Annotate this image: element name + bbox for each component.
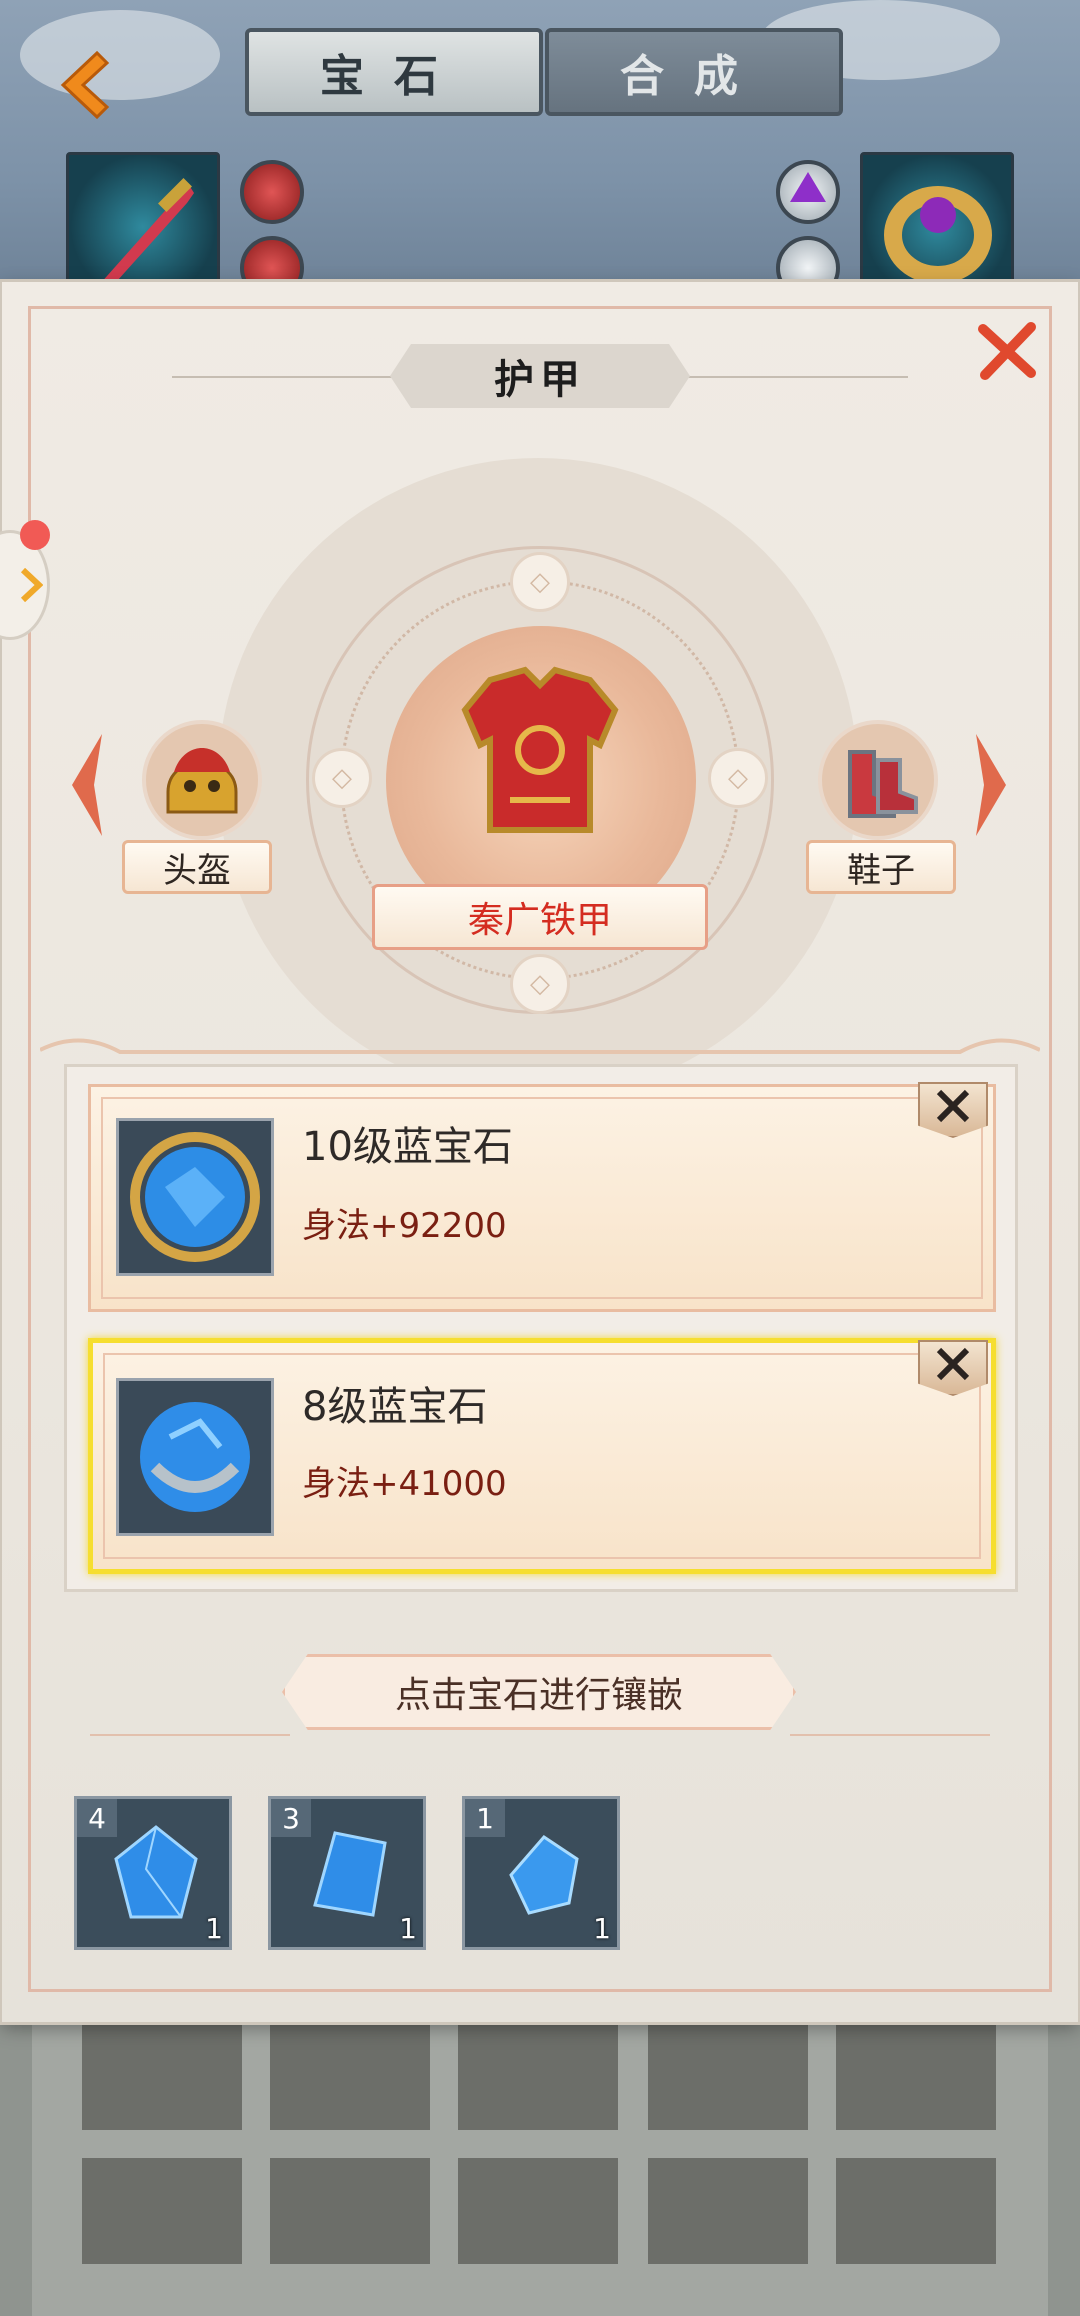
chevron-right-icon: [976, 734, 1006, 836]
back-button[interactable]: [10, 30, 160, 140]
ring-node-icon: ◇: [510, 552, 570, 612]
close-icon: [978, 322, 1036, 380]
blue-gem-icon: [313, 1831, 387, 1917]
inventory-gem-2[interactable]: 3 1: [268, 1796, 426, 1950]
inventory-grid-background: [32, 2020, 1048, 2316]
ring-node-icon: ◇: [708, 748, 768, 808]
purple-gem-icon: [790, 172, 826, 202]
tab-synthesis[interactable]: 合成: [545, 28, 843, 116]
current-equipment-plate: 秦广铁甲: [372, 884, 708, 950]
tab-gem[interactable]: 宝石: [245, 28, 543, 116]
boots-label-plate[interactable]: 鞋子: [806, 840, 956, 894]
inlay-hint: 点击宝石进行镶嵌: [282, 1654, 796, 1730]
blue-gem-orb-icon: [140, 1402, 250, 1512]
inventory-gem-1[interactable]: 4 1: [74, 1796, 232, 1950]
ring-node-icon: ◇: [312, 748, 372, 808]
gem-slot-2-stat: 身法+41000: [302, 1464, 507, 1504]
gem-count: 1: [399, 1912, 417, 1945]
helmet-item[interactable]: [142, 720, 262, 840]
gem-slot-2-thumb: [116, 1378, 274, 1536]
list-top-ornament: [40, 1038, 1040, 1054]
prev-equipment-arrow[interactable]: [66, 730, 106, 840]
sword-icon: [99, 178, 194, 290]
ring-icon: [884, 186, 992, 284]
gem-count: 1: [205, 1912, 223, 1945]
ring-node-icon: ◇: [510, 954, 570, 1014]
title-divider: [172, 376, 402, 378]
blue-gem-icon: [114, 1825, 198, 1919]
grid-cell: [648, 2024, 808, 2130]
gem-slot-1-stat: 身法+92200: [302, 1206, 507, 1246]
remove-x-icon: [936, 1347, 970, 1381]
notification-dot: [20, 520, 50, 550]
hint-divider: [790, 1734, 990, 1736]
chevron-right-icon: [20, 568, 43, 602]
blue-gem-framed-icon: [130, 1132, 260, 1262]
armor-icon[interactable]: [450, 650, 630, 850]
helmet-label: 头盔: [163, 850, 231, 891]
grid-cell: [82, 2024, 242, 2130]
chevron-left-icon: [72, 734, 102, 836]
grid-cell: [458, 2158, 618, 2264]
tab-synthesis-label: 合成: [620, 51, 768, 102]
panel-title-plate: 护甲: [390, 344, 690, 408]
inlay-hint-text: 点击宝石进行镶嵌: [394, 1675, 683, 1716]
grid-cell: [836, 2158, 996, 2264]
gem-slot-2-name: 8级蓝宝石: [302, 1384, 488, 1430]
purple-gem-socket[interactable]: [776, 160, 840, 224]
gem-count: 1: [593, 1912, 611, 1945]
grid-cell: [836, 2024, 996, 2130]
grid-cell: [82, 2158, 242, 2264]
back-arrow-icon: [60, 50, 110, 120]
boots-icon: [848, 750, 918, 818]
blue-gem-icon: [509, 1835, 579, 1915]
panel-title: 护甲: [494, 356, 586, 403]
title-divider: [678, 376, 908, 378]
hint-divider: [90, 1734, 290, 1736]
boots-label: 鞋子: [847, 850, 915, 891]
tab-gem-label: 宝石: [320, 51, 468, 102]
grid-cell: [270, 2158, 430, 2264]
grid-cell: [458, 2024, 618, 2130]
ring-equip-slot[interactable]: [860, 152, 1014, 302]
inventory-gem-3[interactable]: 1 1: [462, 1796, 620, 1950]
gem-slot-1-name: 10级蓝宝石: [302, 1124, 513, 1170]
grid-cell: [648, 2158, 808, 2264]
helmet-label-plate[interactable]: 头盔: [122, 840, 272, 894]
close-button[interactable]: [972, 316, 1042, 386]
helmet-icon: [166, 748, 238, 814]
current-equipment-label: 秦广铁甲: [467, 900, 612, 941]
gem-slot-1-thumb: [116, 1118, 274, 1276]
boots-item[interactable]: [818, 720, 938, 840]
weapon-equip-slot[interactable]: [66, 152, 220, 302]
next-equipment-arrow[interactable]: [972, 730, 1012, 840]
chest-armor-icon: [461, 666, 619, 833]
grid-cell: [270, 2024, 430, 2130]
red-gem-socket[interactable]: [240, 160, 304, 224]
remove-x-icon: [936, 1089, 970, 1123]
